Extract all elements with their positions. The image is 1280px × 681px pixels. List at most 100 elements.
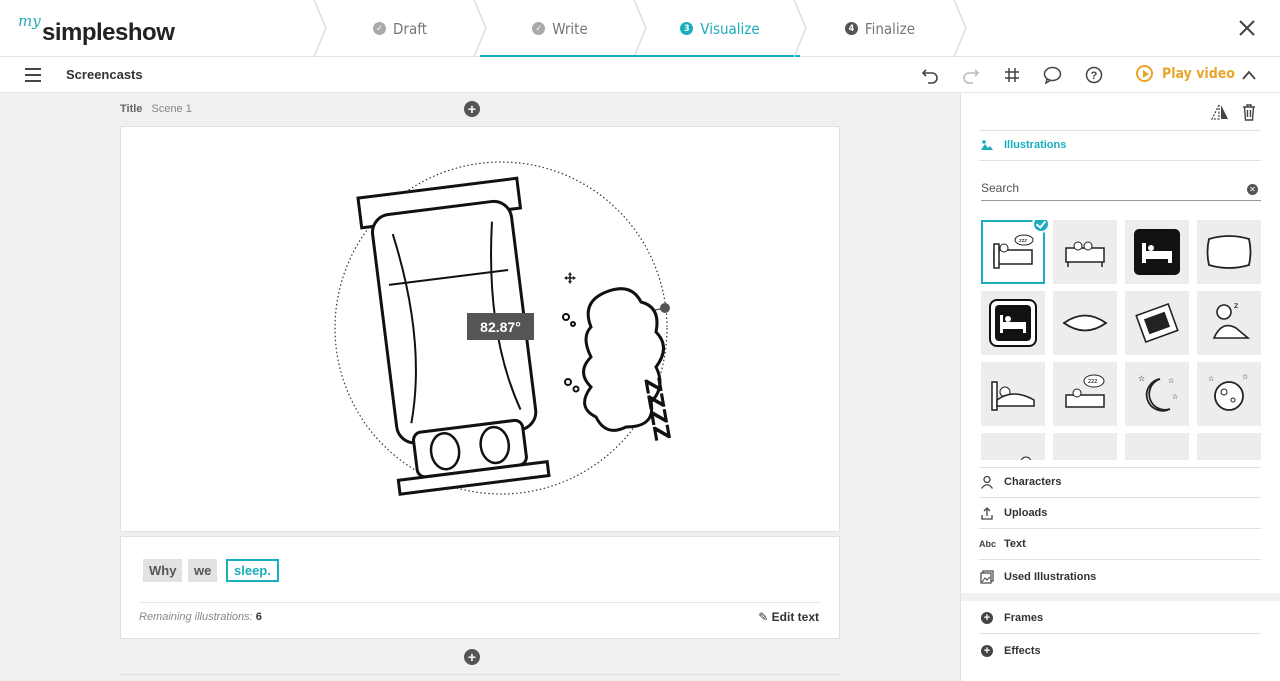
thumb-moon[interactable]: ☆ ☆: [1197, 362, 1261, 426]
scene-name: Scene 1: [151, 103, 192, 115]
illustration-grid[interactable]: zzz z zzz ☆ ☆ ☆ ☆ ☆: [981, 220, 1265, 460]
clear-search-icon[interactable]: ✕: [1247, 184, 1258, 195]
pillow-icon: [1206, 235, 1252, 269]
flip-icon[interactable]: [1210, 103, 1230, 121]
logo-text: simpleshow: [42, 19, 175, 46]
thumb-bed-zzz[interactable]: zzz: [1053, 362, 1117, 426]
bed-couple-icon: [1065, 241, 1105, 267]
svg-text:zzz: zzz: [1088, 378, 1097, 385]
trash-icon[interactable]: [1242, 103, 1256, 121]
thumb-striped[interactable]: [1125, 433, 1189, 460]
chevron-up-icon[interactable]: [1239, 65, 1259, 85]
comment-icon[interactable]: [1042, 65, 1062, 85]
person-icon: [979, 474, 995, 490]
dark-circle-icon: [1060, 450, 1110, 460]
play-video-label: Play video: [1162, 65, 1235, 82]
upload-icon: [979, 505, 995, 521]
scene-title[interactable]: Title Scene 1: [120, 103, 192, 115]
search-field[interactable]: Search ✕: [981, 181, 1261, 201]
person-in-bed-icon: [991, 381, 1035, 411]
bed-top-view-icon: [1135, 303, 1179, 343]
tab-used-illustrations[interactable]: Used Illustrations: [979, 561, 1261, 592]
rotation-angle-label: 82.87°: [467, 313, 534, 340]
menu-icon[interactable]: [25, 68, 41, 82]
step-write[interactable]: ✓ Write: [480, 0, 640, 57]
title-label: Title: [120, 103, 143, 115]
snore-bubble: ZZZZ: [562, 287, 674, 443]
thumb-bed-top-view[interactable]: [1125, 291, 1189, 355]
asset-panel: Illustrations Search ✕ zzz z zzz ☆ ☆ ☆ ☆…: [960, 93, 1280, 681]
thumb-dark-circle[interactable]: [1053, 433, 1117, 460]
svg-text:☆: ☆: [1208, 375, 1214, 383]
edit-text-button[interactable]: ✎ Edit text: [758, 610, 819, 624]
thumb-bed-couple[interactable]: [1053, 220, 1117, 284]
bed-zzz-icon: zzz: [1065, 374, 1105, 408]
thumb-person-in-bed[interactable]: [981, 362, 1045, 426]
svg-text:☆: ☆: [1172, 393, 1178, 401]
thumb-pillow-flat[interactable]: [1053, 291, 1117, 355]
tab-characters[interactable]: Characters: [979, 467, 1261, 498]
effects-label: Effects: [1004, 644, 1041, 657]
workflow-steps: ✓ Draft ✓ Write 3 Visualize 4 Finalize: [314, 0, 980, 58]
step-draft[interactable]: ✓ Draft: [320, 0, 480, 57]
text-word-highlighted[interactable]: sleep.: [226, 559, 279, 582]
thumb-striped-2[interactable]: [1197, 433, 1261, 460]
tab-uploads[interactable]: Uploads: [979, 498, 1261, 529]
text-word[interactable]: Why: [143, 559, 183, 582]
pillow-flat-icon: [1062, 314, 1108, 332]
project-title: Screencasts: [66, 67, 143, 82]
plus-icon: +: [979, 610, 995, 626]
svg-text:☆: ☆: [1138, 374, 1145, 383]
step-number: 4: [844, 22, 858, 35]
add-scene-above-button[interactable]: +: [464, 101, 480, 117]
scene-text-panel: Why we sleep. Remaining illustrations: 6…: [120, 536, 840, 639]
grid-icon[interactable]: [1002, 65, 1022, 85]
thumb-bed-sign-outline[interactable]: [981, 291, 1045, 355]
tab-text[interactable]: Abc Text: [979, 529, 1261, 560]
bed-sign-icon: [1134, 229, 1180, 275]
edit-text-label: Edit text: [771, 610, 819, 624]
redo-icon[interactable]: [961, 65, 981, 85]
image-icon: [979, 137, 995, 153]
thumb-bed-sign[interactable]: [1125, 220, 1189, 284]
tab-illustrations[interactable]: Illustrations: [979, 130, 1261, 161]
thumb-moon-stars[interactable]: ☆ ☆ ☆: [1125, 362, 1189, 426]
scene-canvas[interactable]: ZZZZ 82.87°: [120, 126, 840, 532]
thumb-person-snoring[interactable]: z: [1197, 291, 1261, 355]
svg-text:?: ?: [1091, 70, 1098, 82]
play-icon: [1136, 65, 1153, 82]
add-scene-below-button[interactable]: +: [464, 649, 480, 665]
logo-prefix: my: [18, 12, 41, 30]
thumb-pillow[interactable]: [1197, 220, 1261, 284]
frames-label: Frames: [1004, 612, 1044, 624]
close-icon[interactable]: [1236, 17, 1258, 39]
remaining-illustrations: Remaining illustrations: 6: [139, 611, 262, 623]
help-icon[interactable]: ?: [1084, 65, 1104, 85]
illustrations-label: Illustrations: [1004, 139, 1067, 151]
text-word[interactable]: we: [188, 559, 218, 582]
step-visualize[interactable]: 3 Visualize: [480, 0, 800, 58]
step-label: Draft: [393, 19, 427, 38]
uploads-label: Uploads: [1004, 507, 1048, 519]
tab-effects[interactable]: + Effects: [979, 635, 1261, 666]
undo-icon[interactable]: [920, 65, 940, 85]
svg-text:☆: ☆: [1168, 377, 1174, 385]
moon-icon: ☆ ☆: [1208, 373, 1248, 411]
text-icon: Abc: [979, 539, 997, 549]
search-input[interactable]: Search: [981, 181, 1019, 195]
step-label: Finalize: [864, 19, 916, 38]
check-icon: ✓: [532, 22, 546, 35]
used-illustrations-label: Used Illustrations: [1004, 570, 1097, 583]
play-video-button[interactable]: Play video: [1136, 65, 1235, 82]
thumb-bed-sleeping[interactable]: zzz: [981, 220, 1050, 284]
tab-frames[interactable]: + Frames: [979, 603, 1261, 634]
top-bar: my simpleshow ✓ Draft ✓ Write 3 Visualiz…: [0, 0, 1280, 58]
svg-text:ZZZZ: ZZZZ: [638, 376, 674, 443]
panel-actions: [1210, 103, 1256, 121]
thumb-bed-sleeping-2[interactable]: [981, 433, 1045, 460]
divider: [120, 674, 840, 675]
striped-icon: [1204, 450, 1254, 460]
step-finalize[interactable]: 4 Finalize: [800, 0, 960, 57]
check-icon: ✓: [373, 22, 386, 35]
plus-icon: +: [979, 643, 995, 659]
